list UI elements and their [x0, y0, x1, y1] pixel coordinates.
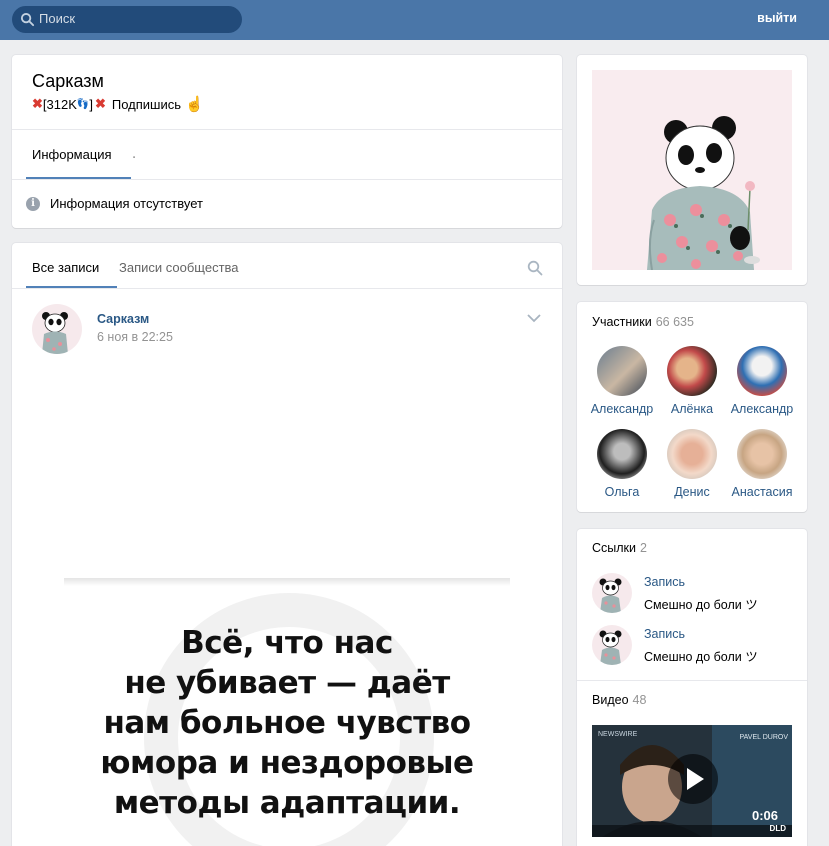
member-item[interactable]: Александр — [587, 346, 657, 416]
member-name: Александр — [590, 402, 654, 416]
avatar — [592, 625, 632, 665]
video-duration: 0:06 — [751, 808, 778, 823]
search-placeholder: Поиск — [39, 11, 76, 26]
member-item[interactable]: Алёнка — [657, 346, 727, 416]
member-name: Денис — [674, 485, 710, 499]
tab-all-posts[interactable]: Все записи — [32, 260, 99, 275]
cross-mark-icon: ✖ — [94, 96, 106, 111]
info-icon: i — [26, 196, 40, 211]
member-item[interactable]: Ольга — [587, 429, 657, 499]
post-image[interactable]: Всё, что нас не убивает — даёт нам больн… — [32, 578, 542, 846]
divider — [577, 680, 807, 681]
panda-illustration — [592, 70, 792, 270]
video-logo: DLD — [769, 824, 786, 833]
chevron-down-icon[interactable] — [526, 313, 542, 323]
avatar — [667, 429, 717, 479]
videos-title: Видео — [592, 693, 629, 707]
wall-card: Все записи Записи сообщества Сарказм 6 н… — [12, 243, 562, 846]
group-header-card: Сарказм ✖ [312K 👣 ] ✖ Подпишись ☝ Информ… — [12, 55, 562, 228]
play-icon — [687, 768, 704, 790]
video-thumbnail[interactable]: NEWSWIRE PAVEL DUROV 0:06 DLD — [592, 725, 792, 837]
member-item[interactable]: Анастасия — [727, 429, 797, 499]
top-bar: Поиск выйти — [0, 0, 829, 40]
group-cover-image[interactable] — [592, 70, 792, 270]
post-quote-text: Всё, что нас не убивает — даёт нам больн… — [32, 623, 542, 823]
videos-header[interactable]: Видео 48 — [592, 693, 646, 707]
post-date[interactable]: 6 ноя в 22:25 — [97, 330, 173, 344]
search-icon[interactable] — [527, 260, 543, 276]
post-author-link[interactable]: Сарказм — [97, 312, 149, 326]
divider — [12, 179, 562, 180]
post-author-avatar[interactable] — [32, 304, 82, 354]
status-subscribe-text: Подпишись — [111, 96, 182, 112]
videos-count: 48 — [632, 693, 647, 707]
link-title[interactable]: Запись — [644, 575, 685, 589]
link-item[interactable]: Запись Смешно до боли ツ — [592, 573, 792, 615]
members-card: Участники 66 635 Александр Алёнка Алексан… — [577, 302, 807, 512]
page-title: Сарказм — [32, 71, 104, 91]
links-header[interactable]: Ссылки 2 — [592, 541, 647, 555]
avatar — [597, 346, 647, 396]
avatar — [737, 346, 787, 396]
video-caption: PAVEL DUROV — [739, 734, 789, 741]
info-empty-text: Информация отсутствует — [50, 196, 203, 211]
member-name: Ольга — [604, 485, 640, 499]
image-edge-shadow — [64, 578, 510, 586]
member-item[interactable]: Александр — [727, 346, 797, 416]
tab-community-posts[interactable]: Записи сообщества — [119, 260, 239, 275]
avatar — [592, 573, 632, 613]
avatar — [737, 429, 787, 479]
divider — [12, 288, 562, 289]
video-badge: NEWSWIRE — [598, 731, 638, 738]
quote-line: нам больное чувство — [103, 705, 471, 741]
panda-icon — [599, 578, 622, 613]
link-title[interactable]: Запись — [644, 627, 685, 641]
member-item[interactable]: Денис — [657, 429, 727, 499]
pointing-hand-icon: ☝ — [185, 96, 204, 113]
info-row: i Информация отсутствует — [26, 196, 203, 211]
group-cover-card — [577, 55, 807, 285]
divider — [12, 129, 562, 130]
quote-line: Всё, что нас — [181, 625, 393, 661]
quote-line: юмора и нездоровые — [100, 745, 474, 781]
link-description: Смешно до боли ツ — [644, 598, 758, 612]
links-title: Ссылки — [592, 541, 637, 555]
logout-link[interactable]: выйти — [757, 11, 797, 25]
members-header[interactable]: Участники 66 635 — [592, 315, 694, 329]
panda-icon — [599, 630, 622, 665]
quote-line: методы адаптации. — [113, 785, 461, 821]
status-count: [312K — [42, 96, 77, 112]
avatar — [667, 346, 717, 396]
tab-information[interactable]: Информация — [32, 147, 112, 162]
member-name: Александр — [730, 402, 794, 416]
link-item[interactable]: Запись Смешно до боли ツ — [592, 625, 792, 667]
avatar — [597, 429, 647, 479]
status-bracket: ] — [89, 96, 93, 112]
search-input[interactable]: Поиск — [12, 6, 242, 33]
group-status: ✖ [312K 👣 ] ✖ Подпишись ☝ — [32, 95, 204, 113]
links-count: 2 — [640, 541, 647, 555]
link-description: Смешно до боли ツ — [644, 650, 758, 664]
member-name: Анастасия — [731, 485, 793, 499]
member-name: Алёнка — [670, 402, 714, 416]
cross-mark-icon: ✖ — [32, 96, 43, 111]
play-button[interactable] — [668, 754, 718, 804]
links-card: Ссылки 2 Запись Смешно до боли ツ Запись … — [577, 529, 807, 846]
members-count: 66 635 — [655, 315, 694, 329]
members-title: Участники — [592, 315, 652, 329]
quote-line: не убивает — даёт — [124, 665, 450, 701]
tab-secondary[interactable]: . — [132, 147, 136, 162]
search-icon — [20, 12, 35, 27]
footprints-icon: 👣 — [76, 98, 90, 110]
panda-icon — [42, 312, 68, 354]
